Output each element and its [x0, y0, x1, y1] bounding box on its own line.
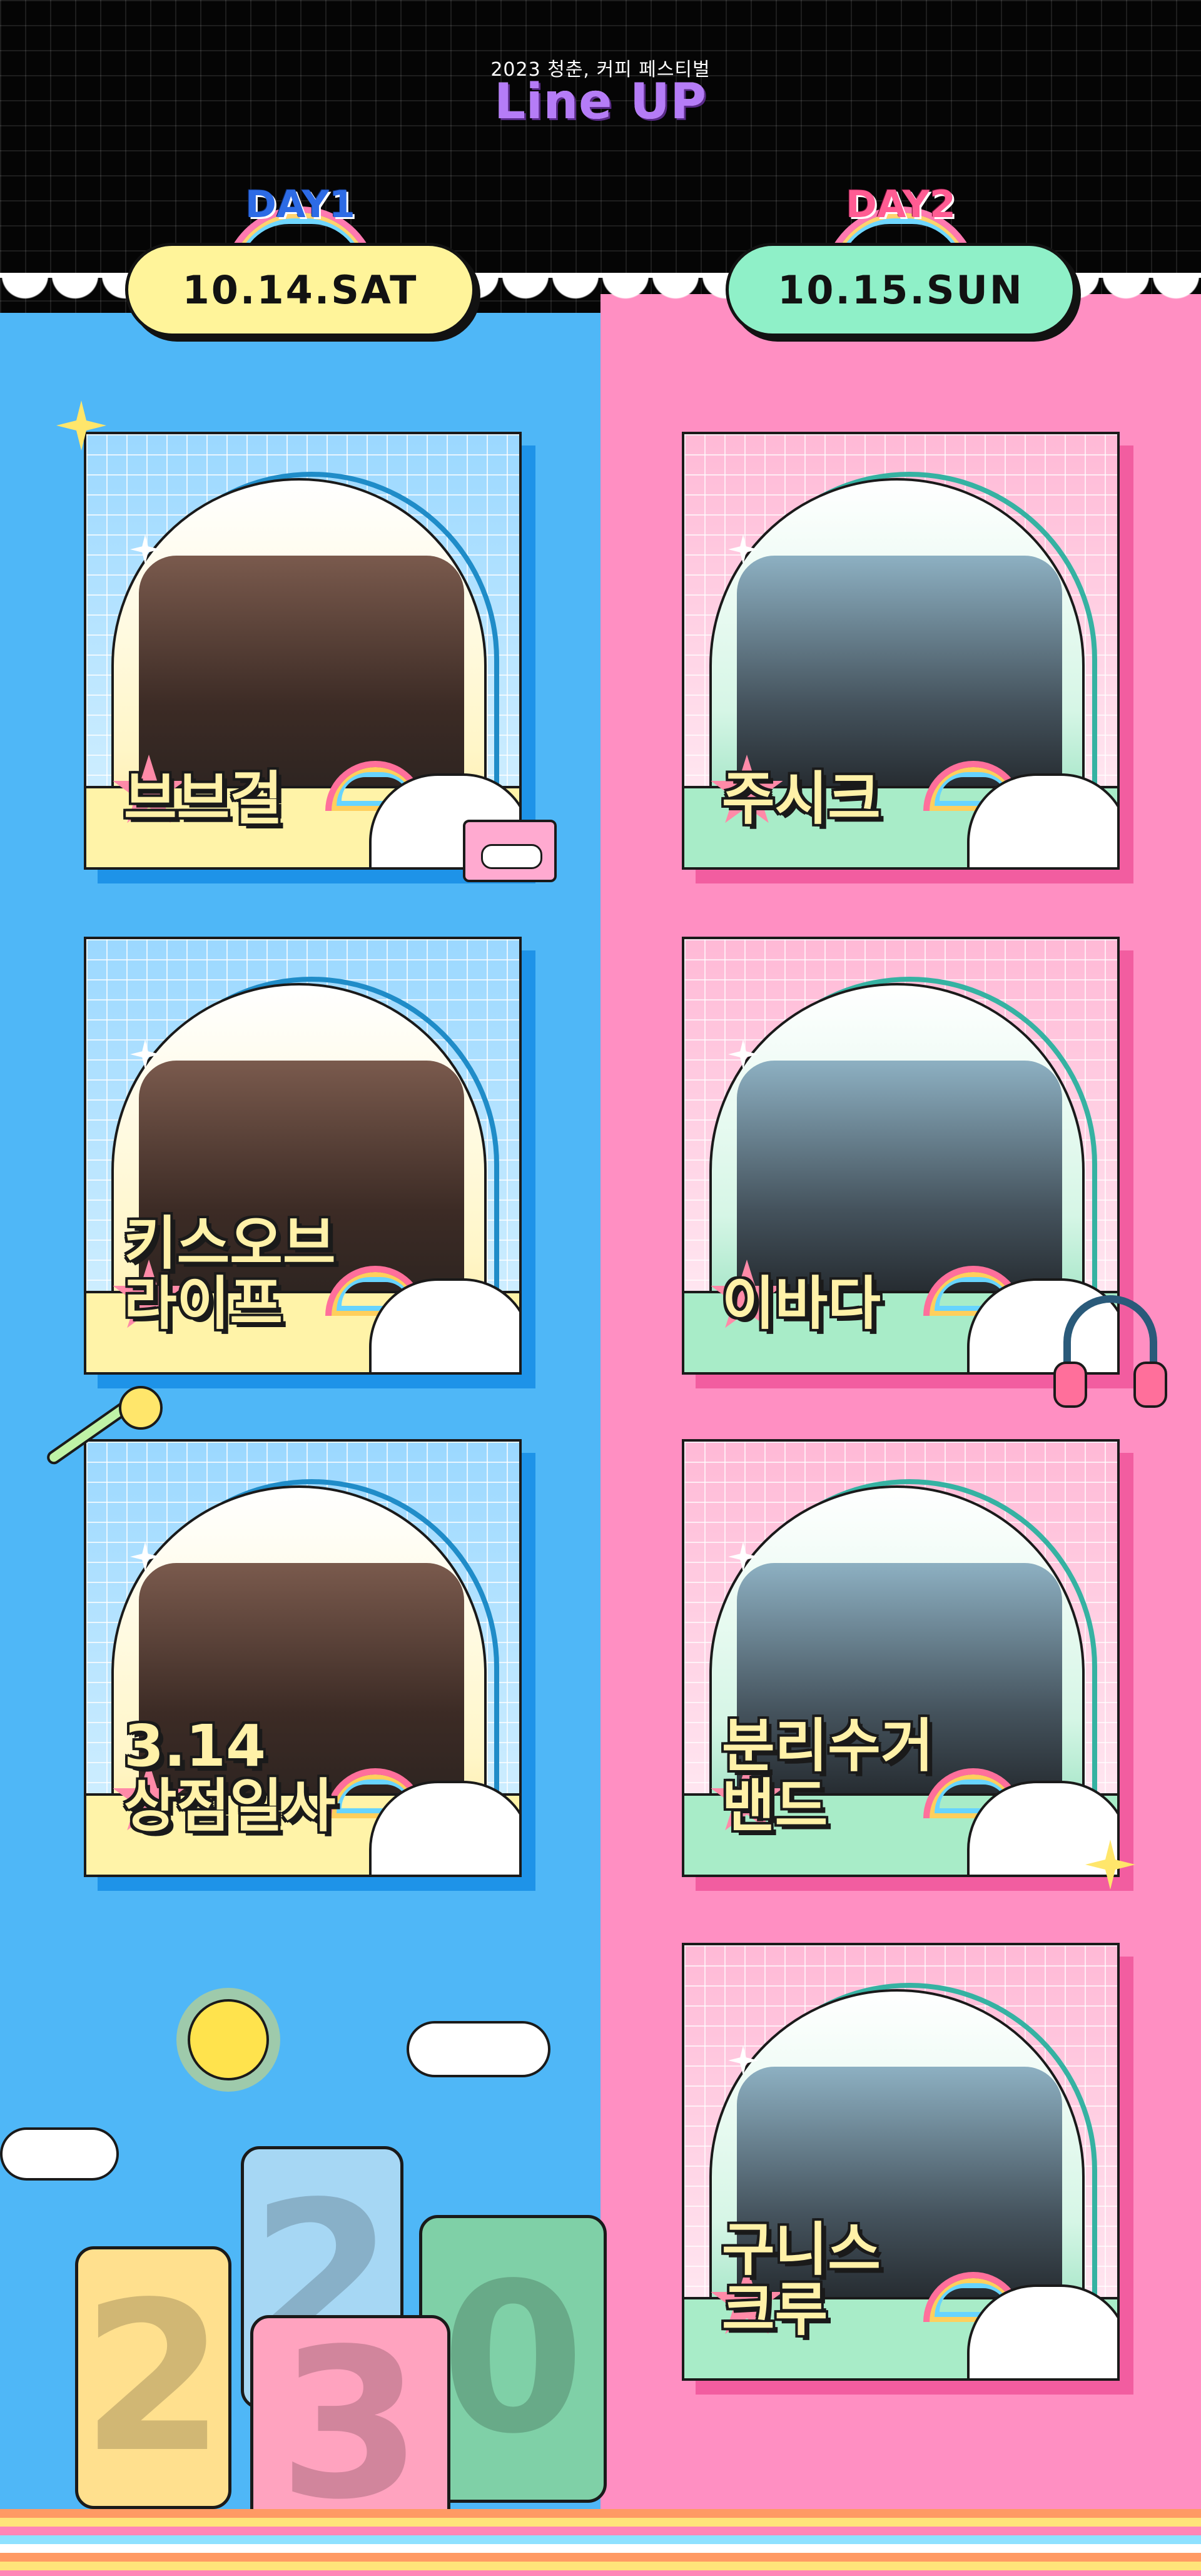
day2-label: DAY2 [846, 183, 956, 227]
artist-card-day2-4[interactable]: 구니스 크루 [682, 1943, 1120, 2381]
year-block-2: 2 [75, 2246, 231, 2509]
cloud-icon [0, 2127, 119, 2181]
artist-name: 3.14 상점일사 [124, 1712, 336, 1840]
artist-name: 구니스 크루 [722, 2216, 881, 2344]
cloud-icon [407, 2021, 550, 2077]
page-title: Line UP [494, 74, 707, 130]
artist-card-day1-3[interactable]: 3.14 상점일사 [84, 1439, 522, 1877]
artist-card-day2-2[interactable]: 이바다 [682, 937, 1120, 1375]
day1-label: DAY1 [245, 183, 355, 227]
artist-card-day2-1[interactable]: 주시크 [682, 432, 1120, 870]
year-block-3: 3 [250, 2315, 450, 2534]
artist-name: 키스오브 라이프 [124, 1209, 336, 1338]
artist-card-day1-2[interactable]: 키스오브 라이프 [84, 937, 522, 1375]
artist-name: 이바다 [722, 1270, 881, 1338]
artist-name: 분리수거 밴드 [722, 1712, 934, 1840]
footer-wave-stripes [0, 2509, 1201, 2576]
microphone-head-icon [119, 1386, 163, 1430]
sun-icon [188, 1999, 269, 2080]
day1-date-badge: 10.14.SAT [125, 243, 475, 337]
artist-card-day2-3[interactable]: 분리수거 밴드 [682, 1439, 1120, 1877]
artist-name: 브브걸 [124, 765, 283, 833]
artist-card-day1-1[interactable]: 브브걸 [84, 432, 522, 870]
day2-date-badge: 10.15.SUN [726, 243, 1076, 337]
artist-name: 주시크 [722, 765, 881, 833]
cassette-icon [463, 820, 557, 882]
